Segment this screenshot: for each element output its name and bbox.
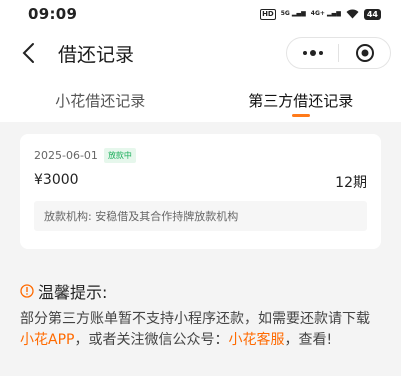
mini-program-capsule xyxy=(286,37,391,69)
status-time: 09:09 xyxy=(28,5,78,23)
back-icon[interactable] xyxy=(16,41,40,65)
tab-label: 小花借还记录 xyxy=(55,91,146,110)
tip-text-1: 部分第三方账单暂不支持小程序还款，如需要还款请下载 xyxy=(20,311,370,327)
record-header: 2025-06-01 放款中 xyxy=(34,148,367,163)
wifi-icon xyxy=(346,9,359,19)
institution-row: 放款机构: 安稳借及其合作持牌放款机构 xyxy=(34,201,367,231)
record-card[interactable]: 2025-06-01 放款中 ¥3000 12期 放款机构: 安稳借及其合作持牌… xyxy=(20,134,381,249)
signal-4g-icon: 4G+ ▂▄▆ xyxy=(310,10,341,17)
tip-text-2: ，或者关注微信公众号： xyxy=(74,332,229,348)
signal-5g-icon: 5G ▂▄▆ xyxy=(280,10,306,17)
nav-bar: 借还记录 xyxy=(0,28,401,78)
warning-circle-icon xyxy=(20,284,34,298)
records-list: 2025-06-01 放款中 ¥3000 12期 放款机构: 安稳借及其合作持牌… xyxy=(0,122,401,249)
close-mini-program-icon[interactable] xyxy=(339,43,390,63)
xiaohua-service-link[interactable]: 小花客服 xyxy=(228,332,284,348)
institution-name: 安稳借及其合作持牌放款机构 xyxy=(95,210,239,223)
status-badge: 放款中 xyxy=(103,148,136,163)
tip-section: 温馨提示: 部分第三方账单暂不支持小程序还款，如需要还款请下载小花APP，或者关… xyxy=(0,249,401,351)
tab-label: 第三方借还记录 xyxy=(248,91,354,110)
tip-body: 部分第三方账单暂不支持小程序还款，如需要还款请下载小花APP，或者关注微信公众号… xyxy=(20,309,382,351)
record-amount-row: ¥3000 12期 xyxy=(34,172,367,192)
tabs: 小花借还记录 第三方借还记录 xyxy=(0,78,401,122)
xiaohua-app-link[interactable]: 小花APP xyxy=(20,332,74,348)
net-label-1: 5G xyxy=(280,10,290,17)
tab-active-underline xyxy=(291,114,310,117)
record-term: 12期 xyxy=(335,175,367,191)
hd-icon: HD xyxy=(260,8,276,20)
record-amount: ¥3000 xyxy=(34,172,79,188)
status-icons: HD 5G ▂▄▆ 4G+ ▂▄▆ 44 xyxy=(260,8,381,20)
more-icon[interactable] xyxy=(287,49,338,57)
tip-title: 温馨提示: xyxy=(38,283,108,302)
net-label-2: 4G+ xyxy=(310,10,325,17)
tip-text-3: ，查看! xyxy=(284,332,333,348)
tab-xiaohua-records[interactable]: 小花借还记录 xyxy=(0,78,201,122)
tab-third-party-records[interactable]: 第三方借还记录 xyxy=(201,78,401,122)
battery-icon: 44 xyxy=(363,8,381,20)
page-title: 借还记录 xyxy=(58,43,135,66)
institution-label: 放款机构: xyxy=(44,210,92,223)
record-date: 2025-06-01 xyxy=(34,149,98,162)
status-bar: 09:09 HD 5G ▂▄▆ 4G+ ▂▄▆ 44 xyxy=(0,0,401,28)
tip-header: 温馨提示: xyxy=(20,279,381,303)
